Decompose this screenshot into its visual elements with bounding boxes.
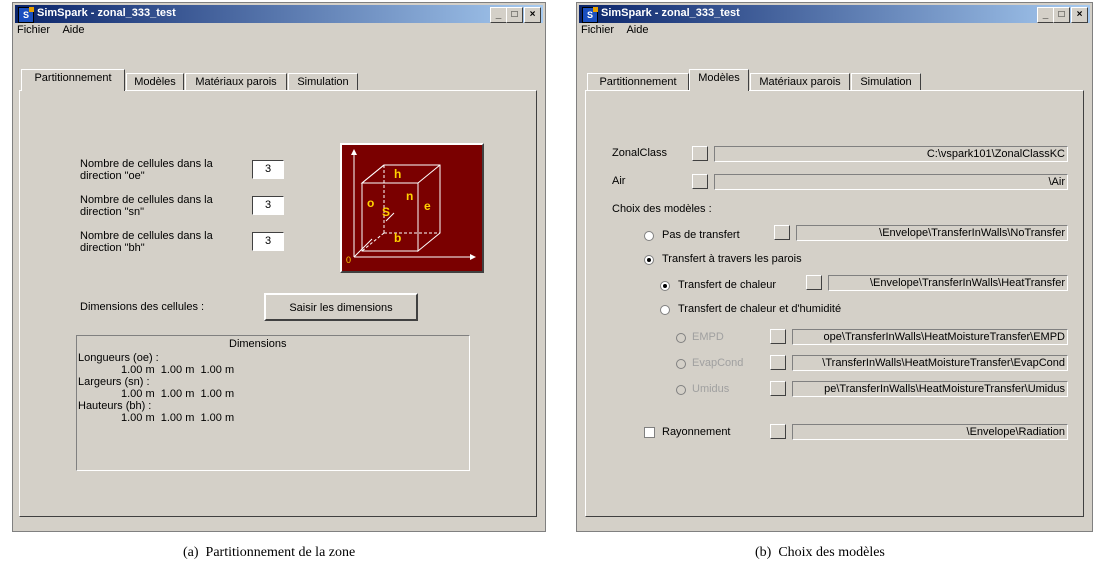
dimensions-box: Dimensions Longueurs (oe) : 1.00 m 1.00 … (76, 335, 470, 471)
rayonnement-label: Rayonnement (662, 426, 731, 438)
tab-modeles[interactable]: Modèles (689, 69, 749, 91)
app-icon: S (18, 7, 34, 23)
air-path: \Air (714, 174, 1068, 190)
air-label: Air (612, 175, 626, 187)
transfert-parois-radio[interactable] (644, 255, 654, 265)
cube-label-s: S (382, 205, 391, 219)
tab-modeles[interactable]: Modèles (126, 73, 184, 91)
tab-partitionnement[interactable]: Partitionnement (587, 73, 689, 91)
cells-sn-input[interactable]: 3 (252, 196, 284, 215)
rayonnement-path: \Envelope\Radiation (792, 424, 1068, 440)
maximize-button[interactable]: □ (1053, 7, 1070, 23)
menu-bar: Fichier Aide (581, 24, 659, 40)
transfert-parois-label: Transfert à travers les parois (662, 253, 802, 265)
close-button[interactable]: × (524, 7, 541, 23)
tab-partitionnement[interactable]: Partitionnement (21, 69, 125, 91)
zonalclass-browse-button[interactable] (692, 146, 708, 161)
empd-radio[interactable] (676, 333, 686, 343)
minimize-button[interactable]: _ (490, 7, 507, 23)
empd-label: EMPD (692, 331, 724, 343)
cells-bh-label-2: direction "bh" (80, 242, 145, 254)
rayonnement-checkbox[interactable] (644, 427, 655, 438)
largeurs-label: Largeurs (sn) : (78, 376, 150, 388)
umidus-label: Umidus (692, 383, 730, 395)
cells-sn-label-1: Nombre de cellules dans la (80, 194, 213, 206)
app-icon: S (582, 7, 598, 23)
title-bar[interactable]: S SimSpark - zonal_333_test _ □ × (579, 5, 1090, 23)
cells-bh-input[interactable]: 3 (252, 232, 284, 251)
cube-diagram: h o n e S b 0 (340, 143, 484, 273)
transfert-humidite-label: Transfert de chaleur et d'humidité (678, 303, 842, 315)
evapcond-label: EvapCond (692, 357, 744, 369)
cube-label-origin: 0 (346, 255, 352, 265)
tab-panel: Nombre de cellules dans la direction "oe… (19, 90, 537, 517)
hauteurs-label: Hauteurs (bh) : (78, 400, 152, 412)
window-title: SimSpark - zonal_333_test (37, 7, 176, 19)
tab-panel: ZonalClass C:\vspark101\ZonalClassKC Air… (585, 90, 1084, 517)
dimensions-label: Dimensions des cellules : (80, 301, 205, 313)
caption-b: (b) Choix des modèles (755, 545, 885, 560)
window-modeles: S SimSpark - zonal_333_test _ □ × Fichie… (576, 2, 1093, 532)
cells-oe-label-2: direction "oe" (80, 170, 145, 182)
menu-fichier[interactable]: Fichier (581, 24, 614, 36)
minimize-button[interactable]: _ (1037, 7, 1054, 23)
cells-bh-label-1: Nombre de cellules dans la (80, 230, 213, 242)
cube-label-n: n (406, 189, 414, 203)
evapcond-path: \TransferInWalls\HeatMoistureTransfer\Ev… (792, 355, 1068, 371)
rayonnement-browse-button[interactable] (770, 424, 786, 439)
cube-label-e: e (424, 199, 431, 213)
cube-drawing (351, 149, 476, 260)
cells-oe-label-1: Nombre de cellules dans la (80, 158, 213, 170)
saisir-dimensions-button[interactable]: Saisir les dimensions (264, 293, 418, 321)
pas-de-transfert-label: Pas de transfert (662, 229, 740, 241)
pas-de-transfert-radio[interactable] (644, 231, 654, 241)
evapcond-radio[interactable] (676, 359, 686, 369)
transfert-chaleur-path: \Envelope\TransferInWalls\HeatTransfer (828, 275, 1068, 291)
cells-oe-input[interactable]: 3 (252, 160, 284, 179)
zonalclass-path: C:\vspark101\ZonalClassKC (714, 146, 1068, 162)
cube-label-h: h (394, 167, 402, 181)
close-button[interactable]: × (1071, 7, 1088, 23)
transfert-chaleur-radio[interactable] (660, 281, 670, 291)
empd-path: ope\TransferInWalls\HeatMoistureTransfer… (792, 329, 1068, 345)
tab-materiaux-parois[interactable]: Matériaux parois (750, 73, 850, 91)
dimensions-box-title: Dimensions (229, 338, 287, 350)
zonalclass-label: ZonalClass (612, 147, 668, 159)
maximize-button[interactable]: □ (506, 7, 523, 23)
menu-aide[interactable]: Aide (62, 24, 84, 36)
cube-label-o: o (367, 196, 375, 210)
longueurs-values: 1.00 m 1.00 m 1.00 m (121, 364, 235, 376)
air-browse-button[interactable] (692, 174, 708, 189)
pas-de-transfert-browse-button[interactable] (774, 225, 790, 240)
evapcond-browse-button[interactable] (770, 355, 786, 370)
caption-a: (a) Partitionnement de la zone (183, 545, 356, 560)
cells-sn-label-2: direction "sn" (80, 206, 145, 218)
largeurs-values: 1.00 m 1.00 m 1.00 m (121, 388, 235, 400)
longueurs-label: Longueurs (oe) : (78, 352, 159, 364)
umidus-browse-button[interactable] (770, 381, 786, 396)
umidus-path: pe\TransferInWalls\HeatMoistureTransfer\… (792, 381, 1068, 397)
title-bar[interactable]: S SimSpark - zonal_333_test _ □ × (15, 5, 543, 23)
choix-modeles-label: Choix des modèles : (612, 203, 712, 215)
umidus-radio[interactable] (676, 385, 686, 395)
menu-fichier[interactable]: Fichier (17, 24, 50, 36)
tab-materiaux-parois[interactable]: Matériaux parois (185, 73, 287, 91)
pas-de-transfert-path: \Envelope\TransferInWalls\NoTransfer (796, 225, 1068, 241)
window-partitionnement: S SimSpark - zonal_333_test _ □ × Fichie… (12, 2, 546, 532)
tab-simulation[interactable]: Simulation (288, 73, 358, 91)
hauteurs-values: 1.00 m 1.00 m 1.00 m (121, 412, 235, 424)
transfert-humidite-radio[interactable] (660, 305, 670, 315)
cube-label-b: b (394, 231, 402, 245)
empd-browse-button[interactable] (770, 329, 786, 344)
window-title: SimSpark - zonal_333_test (601, 7, 740, 19)
tab-simulation[interactable]: Simulation (851, 73, 921, 91)
transfert-chaleur-label: Transfert de chaleur (678, 279, 777, 291)
menu-bar: Fichier Aide (17, 24, 95, 40)
transfert-chaleur-browse-button[interactable] (806, 275, 822, 290)
menu-aide[interactable]: Aide (626, 24, 648, 36)
